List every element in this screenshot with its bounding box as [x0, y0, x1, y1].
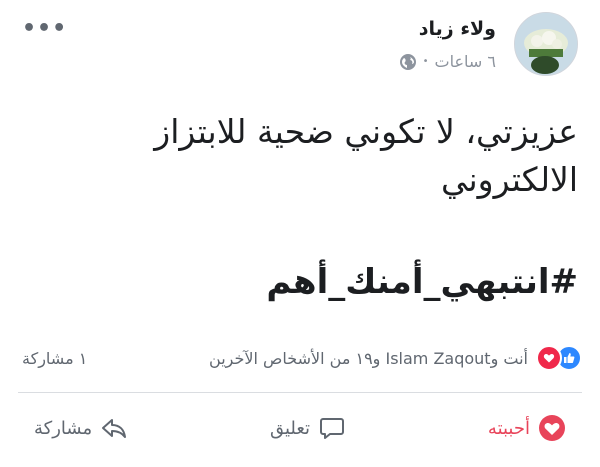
post-body-text: عزيزتي، لا تكوني ضحية للابتزاز الالكترون…	[154, 112, 578, 199]
heart-icon	[536, 345, 562, 371]
globe-icon[interactable]	[399, 53, 417, 71]
love-button[interactable]: أحببته	[472, 414, 582, 442]
post-meta: ٦ ساعات •	[399, 52, 496, 71]
post-header: ولاء زياد ٦ ساعات • •••	[22, 12, 578, 84]
reaction-icons[interactable]	[536, 345, 582, 371]
comment-icon	[320, 418, 345, 439]
post-time[interactable]: ٦ ساعات	[435, 52, 496, 71]
love-label: أحببته	[487, 417, 530, 439]
reactions-summary[interactable]: أنت وIslam Zaqout و١٩ من الأشخاص الآخرين	[87, 349, 528, 368]
share-arrow-icon	[102, 419, 127, 438]
meta-separator: •	[422, 56, 429, 67]
divider	[18, 392, 582, 393]
share-label: مشاركة	[34, 417, 93, 439]
author-name[interactable]: ولاء زياد	[419, 18, 496, 40]
action-bar: أحببته تعليق مشاركة	[18, 404, 582, 452]
share-button[interactable]: مشاركة	[18, 414, 144, 442]
post-card: ولاء زياد ٦ ساعات • ••• عزيزتي، لا تكوني…	[0, 0, 600, 467]
comment-button[interactable]: تعليق	[254, 414, 362, 442]
post-hashtag[interactable]: #انتبهي_أمنك_أهم	[22, 258, 578, 306]
shares-count[interactable]: ١ مشاركة	[22, 349, 87, 368]
heart-icon	[539, 415, 565, 441]
comment-label: تعليق	[269, 417, 311, 439]
avatar-image	[515, 13, 577, 75]
more-dots-icon[interactable]: •••	[22, 16, 67, 41]
reactions-bar: أنت وIslam Zaqout و١٩ من الأشخاص الآخرين…	[22, 342, 582, 374]
author-avatar[interactable]	[514, 12, 578, 76]
